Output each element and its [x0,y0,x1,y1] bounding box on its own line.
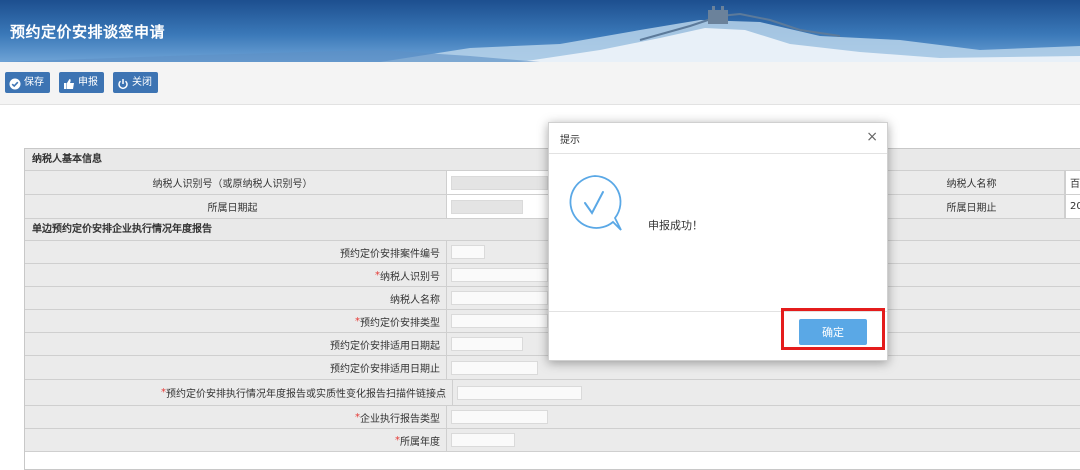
close-label: 关闭 [132,77,152,88]
period-start-label: 所属日期起 [25,195,447,218]
save-label: 保存 [24,77,44,88]
dialog-footer: 确定 [549,308,887,361]
period-end-value: 20 [1065,195,1080,218]
highlight-box [781,308,885,350]
dialog-header: 提示 × [549,123,887,154]
field-label: * 预约定价安排执行情况年度报告或实质性变化报告扫描件链接点 [25,380,453,405]
field-label: * 所属年度 [25,429,447,451]
field-label: * 纳税人识别号 [25,264,447,286]
taxpayer-id-label: 纳税人识别号（或原纳税人识别号） [25,171,447,194]
thumbs-up-icon [63,77,75,89]
field-label: 纳税人名称 [25,287,447,309]
header-banner: 预约定价安排谈签申请 [0,0,1080,62]
section-title-taxpayer: 纳税人基本信息 [32,154,102,165]
dialog-title: 提示 [560,135,580,146]
scan-link-field[interactable] [453,380,1080,405]
dialog-body: 申报成功！ [549,154,887,311]
close-icon[interactable]: × [866,128,878,146]
table-row: * 企业执行报告类型 [25,406,1080,429]
form-area: 纳税人基本信息 纳税人识别号（或原纳税人识别号） 纳税人名称 百 所属日期起 所… [0,105,1080,470]
field-label: 预约定价安排适用日期起 [25,333,447,355]
field-label: 预约定价安排适用日期止 [25,356,447,379]
report-button[interactable]: 申报 [59,72,104,93]
taxpayer-name-label: 纳税人名称 [885,171,1065,194]
report-label: 申报 [78,77,98,88]
year-field[interactable] [447,429,1080,451]
save-button[interactable]: 保存 [5,72,50,93]
field-label: * 预约定价安排类型 [25,310,447,332]
taxpayer-name-value: 百 [1065,171,1080,194]
power-icon [117,77,129,89]
toolbar: 保存 申报 关闭 [0,62,1080,105]
dialog-message: 申报成功！ [648,219,703,232]
check-circle-icon [9,77,21,89]
period-end-label: 所属日期止 [885,195,1065,218]
field-label: * 企业执行报告类型 [25,406,447,428]
table-row: * 预约定价安排执行情况年度报告或实质性变化报告扫描件链接点 [25,380,1080,406]
close-button[interactable]: 关闭 [113,72,158,93]
report-type-field[interactable] [447,406,1080,428]
field-label: 预约定价安排案件编号 [25,241,447,263]
page-title: 预约定价安排谈签申请 [10,23,166,41]
success-dialog: 提示 × 申报成功！ 确定 [548,122,888,361]
section-title-report: 单边预约定价安排企业执行情况年度报告 [32,224,212,235]
table-row: * 所属年度 [25,429,1080,452]
success-check-icon [569,175,622,231]
